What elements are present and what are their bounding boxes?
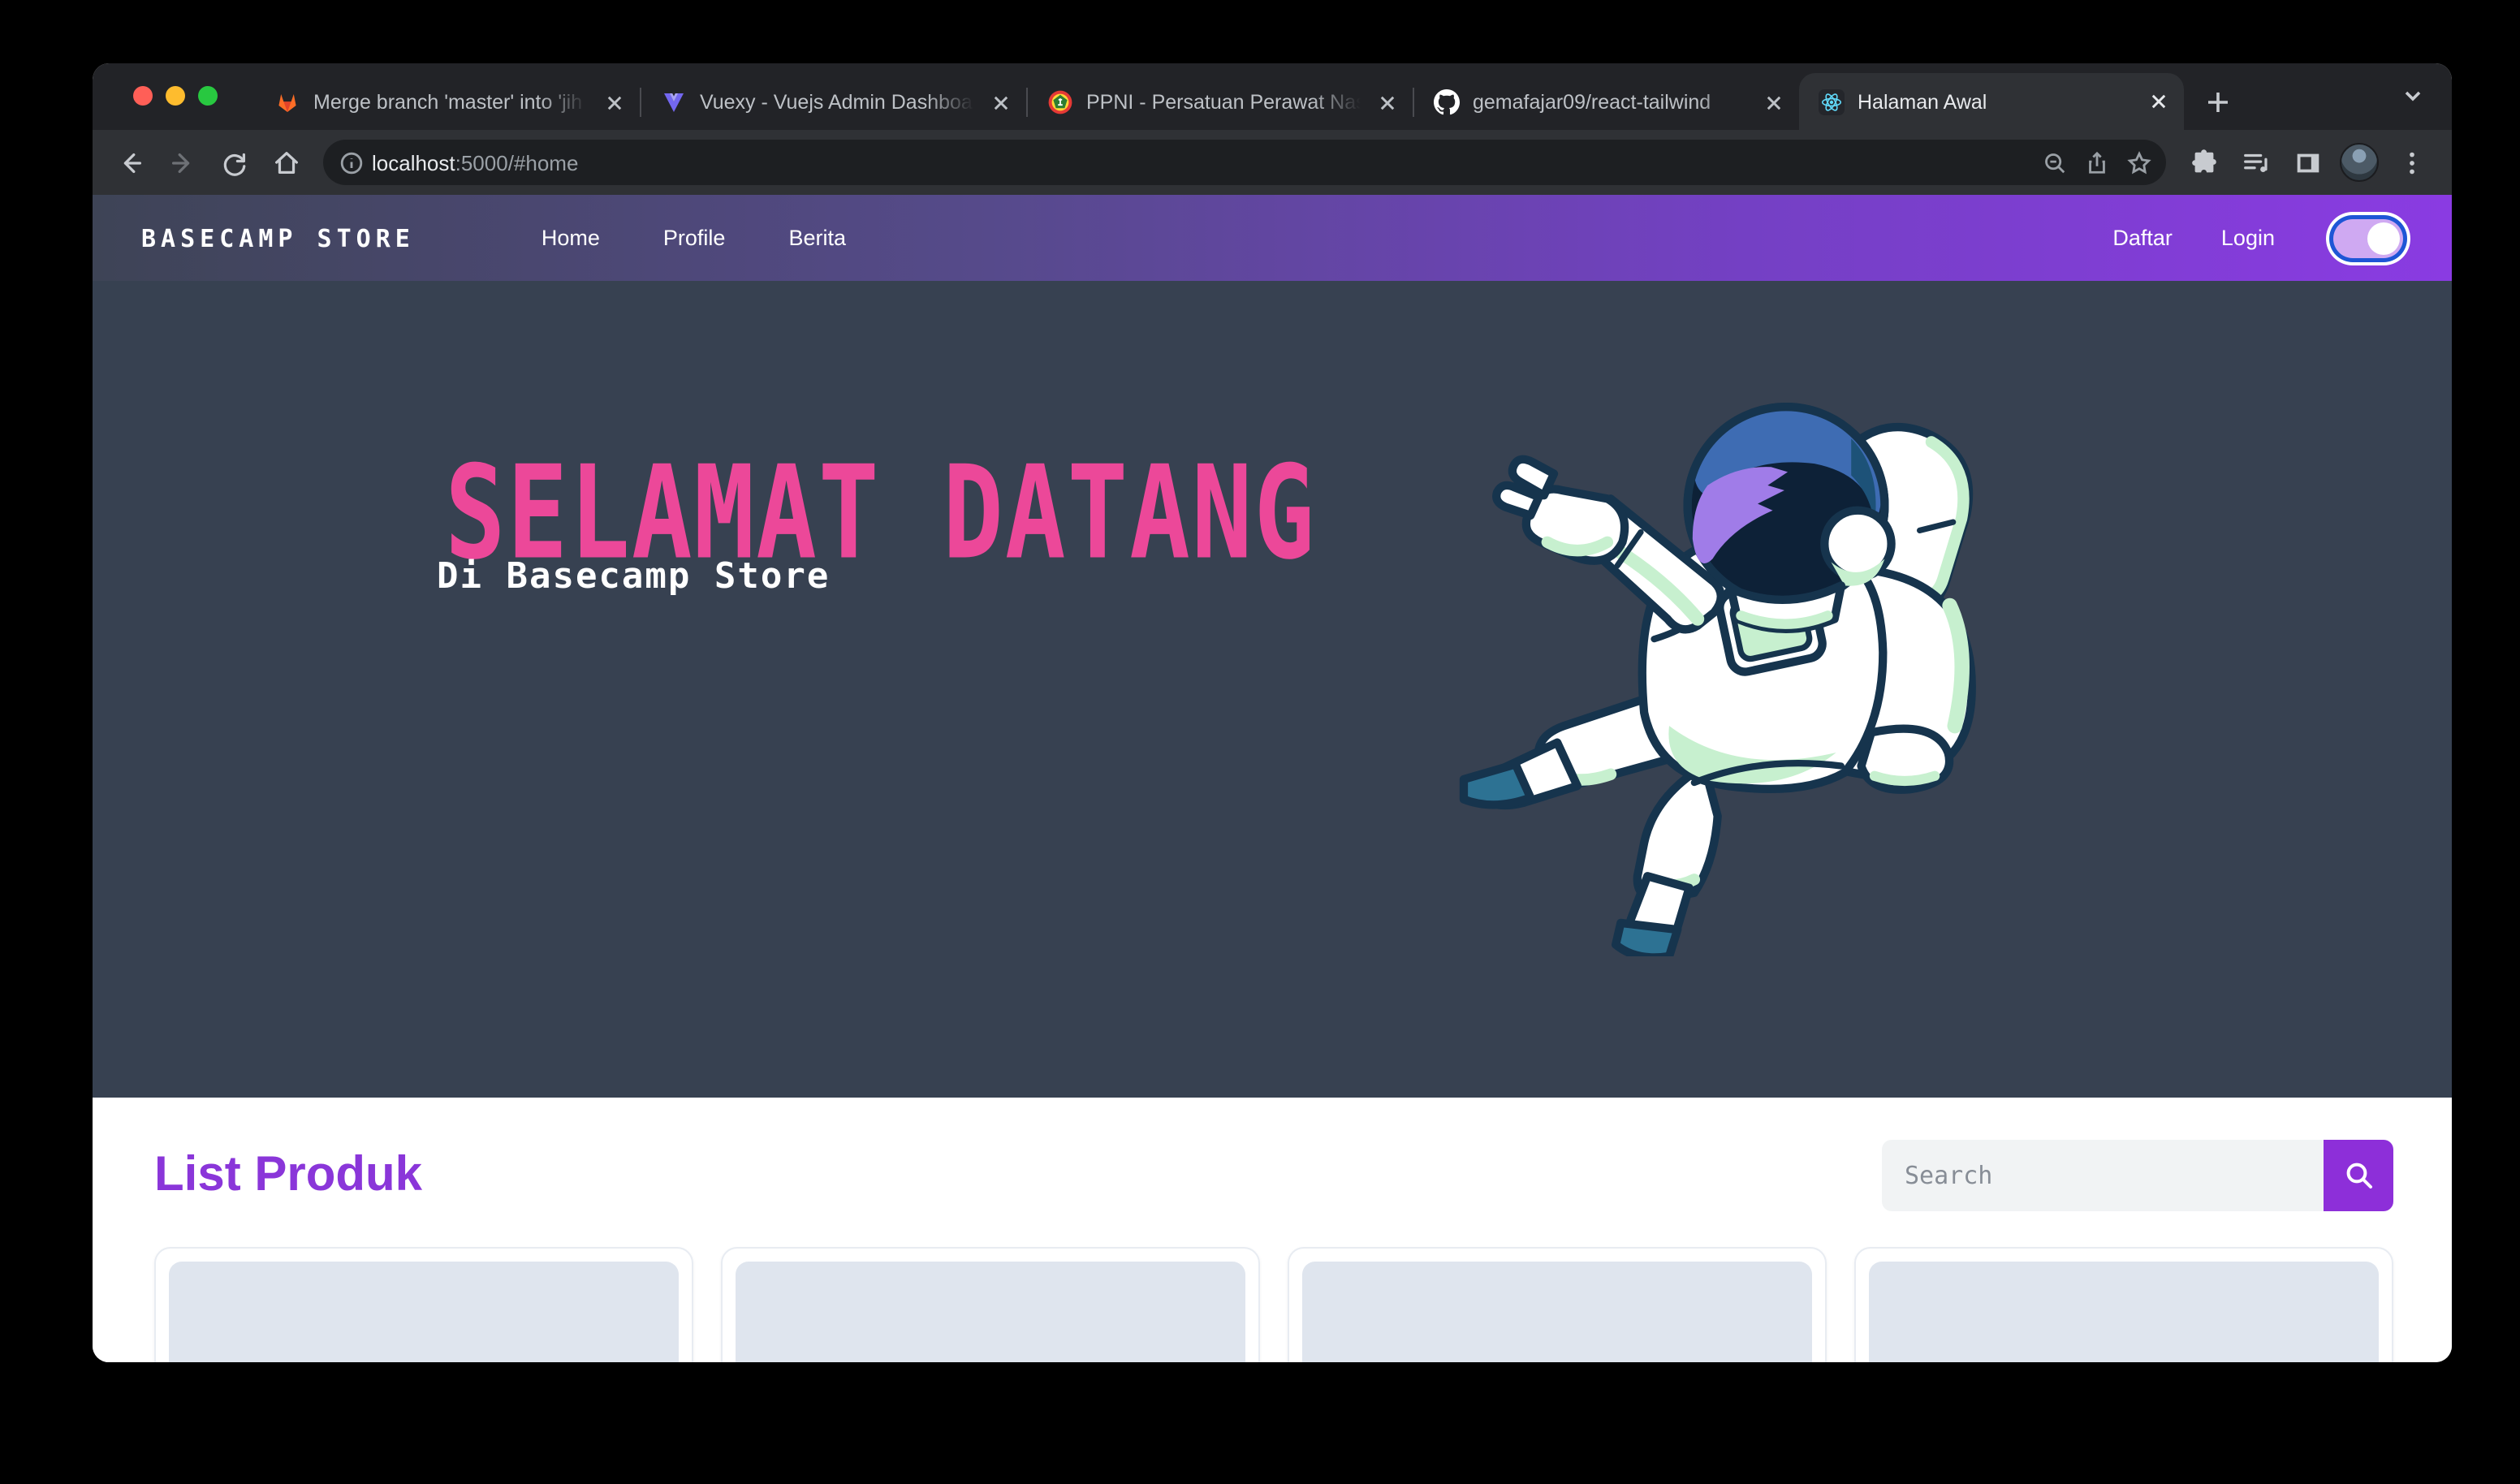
- hero-section: SELAMAT DATANG Di Basecamp Store: [93, 281, 2452, 1098]
- tab-github-repo[interactable]: gemafajar09/react-tailwind: [1414, 75, 1799, 130]
- tab-title: gemafajar09/react-tailwind: [1473, 91, 1747, 114]
- theme-toggle-knob: [2367, 222, 2400, 254]
- minimize-window-button[interactable]: [166, 86, 185, 106]
- github-icon: [1434, 89, 1460, 115]
- close-tab-icon[interactable]: [1374, 89, 1400, 115]
- product-image-placeholder: [1302, 1262, 1812, 1362]
- zoom-out-icon[interactable]: [2033, 141, 2075, 183]
- brand-logo[interactable]: BASECAMP STORE: [141, 223, 415, 252]
- nav-right: Daftar Login: [2112, 218, 2403, 257]
- search-button[interactable]: [2324, 1140, 2393, 1211]
- nav-link-berita[interactable]: Berita: [788, 226, 846, 250]
- close-tab-icon[interactable]: [1760, 89, 1786, 115]
- search-icon: [2344, 1161, 2373, 1190]
- close-tab-icon[interactable]: [601, 89, 627, 115]
- product-card[interactable]: [1854, 1247, 2393, 1362]
- hero-subtitle: Di Basecamp Store: [437, 557, 830, 597]
- ppni-icon: [1047, 89, 1073, 115]
- desktop: Merge branch 'master' into 'jih Vuexy - …: [0, 0, 2520, 1484]
- product-image-placeholder: [736, 1262, 1245, 1362]
- close-tab-icon[interactable]: [987, 89, 1013, 115]
- product-image-placeholder: [169, 1262, 679, 1362]
- tab-halaman-awal[interactable]: Halaman Awal: [1799, 73, 2184, 130]
- product-card[interactable]: [1288, 1247, 1827, 1362]
- tab-title: Vuexy - Vuejs Admin Dashboar: [700, 91, 974, 114]
- tab-ppni[interactable]: PPNI - Persatuan Perawat Nasi: [1028, 75, 1413, 130]
- browser-toolbar: localhost:5000/#home: [93, 130, 2452, 195]
- product-card[interactable]: [154, 1247, 693, 1362]
- site-info-icon[interactable]: [330, 141, 372, 183]
- back-button[interactable]: [106, 138, 154, 187]
- tab-strip: Merge branch 'master' into 'jih Vuexy - …: [93, 63, 2452, 130]
- nav-link-home[interactable]: Home: [542, 226, 600, 250]
- nav-link-login[interactable]: Login: [2221, 226, 2275, 250]
- url-host: localhost: [372, 150, 455, 175]
- gitlab-icon: [274, 89, 300, 115]
- bookmark-star-icon[interactable]: [2117, 141, 2160, 183]
- products-heading: List Produk: [154, 1148, 422, 1203]
- theme-toggle[interactable]: [2333, 218, 2403, 257]
- tab-title: Merge branch 'master' into 'jih: [313, 91, 588, 114]
- products-section: List Produk: [93, 1098, 2452, 1362]
- tab-search-chevron-icon[interactable]: [2403, 84, 2423, 114]
- url-text: localhost:5000/#home: [372, 150, 2033, 175]
- close-window-button[interactable]: [133, 86, 153, 106]
- zoom-window-button[interactable]: [198, 86, 218, 106]
- tab-vuexy[interactable]: Vuexy - Vuejs Admin Dashboar: [641, 75, 1026, 130]
- browser-window: Merge branch 'master' into 'jih Vuexy - …: [93, 63, 2452, 1362]
- search-input[interactable]: [1882, 1140, 2324, 1211]
- nav-link-daftar[interactable]: Daftar: [2112, 226, 2173, 250]
- reload-button[interactable]: [209, 138, 258, 187]
- browser-menu-icon[interactable]: [2387, 138, 2436, 187]
- address-bar[interactable]: localhost:5000/#home: [323, 140, 2166, 185]
- share-icon[interactable]: [2075, 141, 2117, 183]
- extensions-puzzle-icon[interactable]: [2179, 138, 2228, 187]
- search-bar: [1882, 1140, 2393, 1211]
- new-tab-button[interactable]: [2197, 81, 2239, 123]
- tab-title: Halaman Awal: [1858, 90, 2132, 113]
- profile-avatar[interactable]: [2340, 143, 2379, 182]
- window-controls: [133, 86, 218, 106]
- home-button[interactable]: [261, 138, 310, 187]
- side-panel-icon[interactable]: [2283, 138, 2332, 187]
- nav-link-profile[interactable]: Profile: [663, 226, 726, 250]
- media-playlist-icon[interactable]: [2231, 138, 2280, 187]
- site-navbar: BASECAMP STORE Home Profile Berita Dafta…: [93, 195, 2452, 281]
- tabs: Merge branch 'master' into 'jih Vuexy - …: [255, 63, 2239, 130]
- products-header: List Produk: [154, 1140, 2393, 1211]
- forward-button[interactable]: [158, 138, 206, 187]
- product-image-placeholder: [1869, 1262, 2379, 1362]
- astronaut-illustration: [1443, 372, 2012, 956]
- tab-title: PPNI - Persatuan Perawat Nasi: [1086, 91, 1361, 114]
- product-card-list: [154, 1247, 2393, 1362]
- tab-gitlab-merge[interactable]: Merge branch 'master' into 'jih: [255, 75, 640, 130]
- vuexy-icon: [661, 89, 687, 115]
- react-icon: [1819, 88, 1845, 114]
- product-card[interactable]: [721, 1247, 1260, 1362]
- url-rest: :5000/#home: [455, 150, 579, 175]
- close-tab-icon[interactable]: [2145, 88, 2171, 114]
- nav-links: Home Profile Berita: [542, 226, 846, 250]
- web-page: BASECAMP STORE Home Profile Berita Dafta…: [93, 195, 2452, 1362]
